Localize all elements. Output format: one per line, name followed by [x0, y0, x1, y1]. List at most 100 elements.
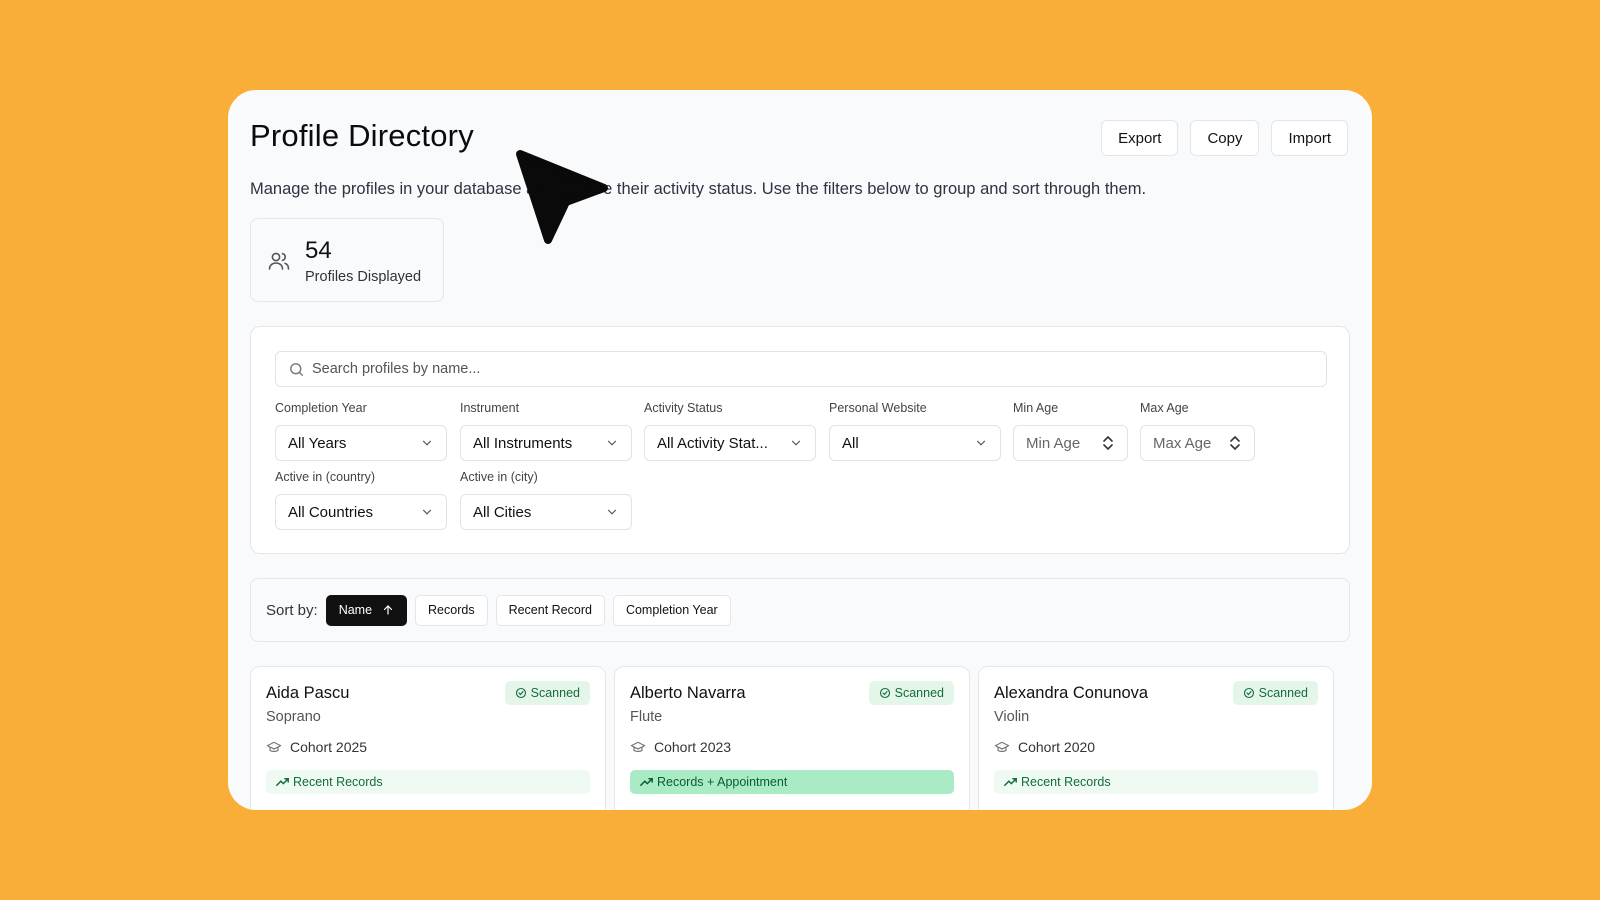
sort-name-button[interactable]: Name	[325, 594, 408, 626]
min-age-label: Min Age	[1013, 401, 1059, 415]
cohort-label: Cohort 2020	[1018, 739, 1096, 755]
profile-card[interactable]: Aida Pascu Scanned Soprano Cohort 2025 R…	[250, 666, 606, 810]
sort-name-label: Name	[338, 603, 373, 617]
status-label: Scanned	[530, 686, 580, 700]
profile-card[interactable]: Alexandra Conunova Scanned Violin Cohort…	[978, 666, 1334, 810]
stepper-icon[interactable]	[1101, 434, 1115, 452]
completion-year-select[interactable]: All Years	[275, 425, 447, 461]
trend-up-icon	[1004, 778, 1017, 786]
status-badge: Scanned	[868, 681, 954, 705]
chevron-down-icon	[422, 440, 432, 446]
chevron-down-icon	[791, 440, 801, 446]
personal-website-filter: Personal Website All	[829, 401, 1001, 461]
city-label: Active in (city)	[460, 470, 538, 484]
app-window: Profile Directory Export Copy Import Man…	[228, 90, 1372, 810]
trend-up-icon	[276, 778, 289, 786]
personal-website-value: All	[842, 434, 859, 452]
city-value: All Cities	[473, 503, 532, 521]
max-age-filter: Max Age Max Age	[1140, 401, 1255, 461]
records-label: Records + Appointment	[657, 775, 788, 789]
max-age-input[interactable]: Max Age	[1140, 425, 1255, 461]
completion-year-filter: Completion Year All Years	[275, 401, 447, 461]
records-badge: Recent Records	[994, 770, 1318, 794]
chevron-down-icon	[607, 509, 617, 515]
records-badge: Records + Appointment	[630, 770, 954, 794]
trend-up-icon	[640, 778, 653, 786]
sort-bar: Sort by: Name Records Recent Record Comp…	[250, 578, 1350, 642]
sort-records-button[interactable]: Records	[415, 594, 488, 626]
min-age-placeholder: Min Age	[1026, 434, 1081, 452]
sort-recent-record-button[interactable]: Recent Record	[495, 594, 605, 626]
profile-name: Alberto Navarra	[630, 684, 746, 702]
status-label: Scanned	[1258, 686, 1308, 700]
completion-year-value: All Years	[288, 434, 347, 452]
profile-instrument: Flute	[630, 709, 663, 725]
instrument-value: All Instruments	[473, 434, 573, 452]
header-actions: Export Copy Import	[1101, 120, 1348, 156]
country-value: All Countries	[288, 503, 374, 521]
import-button[interactable]: Import	[1271, 120, 1348, 156]
country-label: Active in (country)	[275, 470, 376, 484]
city-filter: Active in (city) All Cities	[460, 470, 632, 530]
check-circle-icon	[1243, 687, 1254, 699]
country-select[interactable]: All Countries	[275, 494, 447, 530]
cohort-label: Cohort 2023	[654, 739, 732, 755]
personal-website-label: Personal Website	[829, 401, 927, 415]
graduation-cap-icon	[266, 741, 282, 752]
profiles-count: 54	[305, 237, 332, 264]
profile-card[interactable]: Alberto Navarra Scanned Flute Cohort 202…	[614, 666, 970, 810]
activity-status-filter: Activity Status All Activity Stat...	[644, 401, 816, 461]
stepper-icon[interactable]	[1228, 434, 1242, 452]
profile-instrument: Soprano	[266, 709, 321, 725]
page-title: Profile Directory	[250, 118, 474, 153]
instrument-select[interactable]: All Instruments	[460, 425, 632, 461]
status-badge: Scanned	[504, 681, 590, 705]
sort-completion-year-button[interactable]: Completion Year	[612, 594, 731, 626]
search-input[interactable]	[312, 352, 1312, 386]
graduation-cap-icon	[994, 741, 1010, 752]
activity-status-select[interactable]: All Activity Stat...	[644, 425, 816, 461]
cohort-row: Cohort 2025	[266, 739, 367, 755]
min-age-input[interactable]: Min Age	[1013, 425, 1128, 461]
profile-name: Alexandra Conunova	[994, 684, 1149, 702]
export-button[interactable]: Export	[1101, 120, 1179, 156]
instrument-filter: Instrument All Instruments	[460, 401, 632, 461]
search-icon	[290, 363, 303, 376]
copy-button[interactable]: Copy	[1190, 120, 1260, 156]
search-box	[275, 351, 1327, 387]
max-age-placeholder: Max Age	[1153, 434, 1212, 452]
profile-name: Aida Pascu	[266, 684, 350, 702]
instrument-label: Instrument	[460, 401, 520, 415]
completion-year-label: Completion Year	[275, 401, 367, 415]
check-circle-icon	[879, 687, 890, 699]
chevron-down-icon	[607, 440, 617, 446]
activity-status-label: Activity Status	[644, 401, 723, 415]
cohort-row: Cohort 2020	[994, 739, 1095, 755]
status-label: Scanned	[894, 686, 944, 700]
records-label: Recent Records	[293, 775, 383, 789]
mouse-cursor-icon	[516, 150, 608, 244]
sort-label: Sort by:	[266, 601, 318, 619]
records-badge: Recent Records	[266, 770, 590, 794]
min-age-filter: Min Age Min Age	[1013, 401, 1128, 461]
arrow-up-icon	[383, 605, 393, 615]
page-description: Manage the profiles in your database and…	[250, 180, 1147, 198]
cohort-row: Cohort 2023	[630, 739, 731, 755]
chevron-down-icon	[976, 440, 986, 446]
users-icon	[268, 252, 290, 270]
country-filter: Active in (country) All Countries	[275, 470, 447, 530]
profile-instrument: Violin	[994, 709, 1030, 725]
personal-website-select[interactable]: All	[829, 425, 1001, 461]
status-badge: Scanned	[1232, 681, 1318, 705]
profiles-count-card: 54 Profiles Displayed	[250, 218, 444, 302]
graduation-cap-icon	[630, 741, 646, 752]
activity-status-value: All Activity Stat...	[657, 434, 768, 452]
max-age-label: Max Age	[1140, 401, 1189, 415]
chevron-down-icon	[422, 509, 432, 515]
city-select[interactable]: All Cities	[460, 494, 632, 530]
check-circle-icon	[515, 687, 526, 699]
filters-panel: Completion Year All Years Instrument All…	[250, 326, 1350, 554]
records-label: Recent Records	[1021, 775, 1111, 789]
cohort-label: Cohort 2025	[290, 739, 368, 755]
profiles-count-label: Profiles Displayed	[305, 269, 422, 285]
